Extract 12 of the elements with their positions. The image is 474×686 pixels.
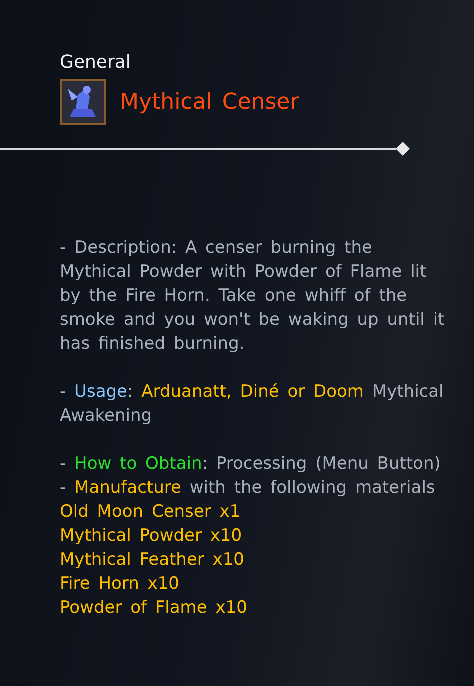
description-paragraph: - How to Obtain: Processing (Menu Button) - Manufacture with the following materials [60,453,442,500]
diamond-icon [396,142,410,156]
item-title: Mythical Censer [120,90,300,114]
material-line: Fire Horn x10 [60,573,180,596]
material-line: Mythical Feather x10 [60,549,246,572]
material-line: Powder of Flame x10 [60,597,248,620]
material-line: Old Moon Censer x1 [60,501,242,524]
category-heading: General [60,52,132,73]
material-line: Mythical Powder x10 [60,525,244,548]
description-paragraph: - Usage: Arduanatt, Diné or Doom Mythical Awakening [60,381,445,428]
figurine-icon [60,79,106,125]
description-paragraph: - Description: A censer burning the Mythical Powder with Powder of Flame lit by the Fire Horn. Take one whiff of the smoke and you won't be waking up until it has finished burning. [60,237,446,356]
